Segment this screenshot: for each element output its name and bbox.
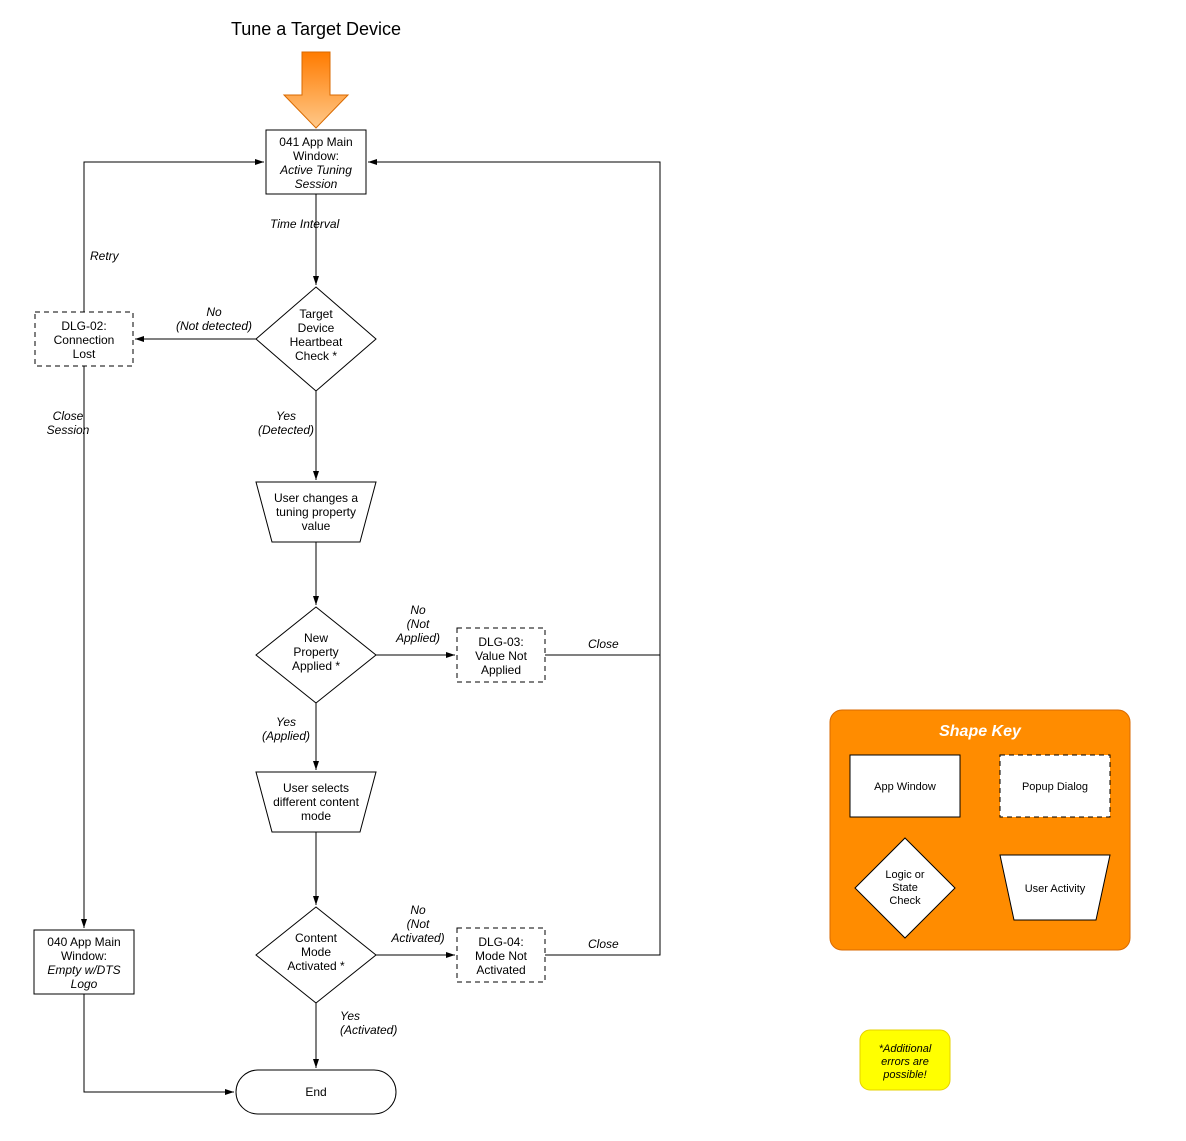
label-no-not-detected-1: No	[206, 305, 222, 319]
svg-text:New: New	[304, 631, 328, 645]
svg-text:Applied: Applied	[481, 663, 521, 677]
label-close-session-2: Session	[47, 423, 90, 437]
label-close-1: Close	[588, 637, 619, 651]
label-yes-activated-1: Yes	[340, 1009, 360, 1023]
svg-text:different content: different content	[273, 795, 360, 809]
label-time-interval: Time Interval	[270, 217, 340, 231]
svg-text:Lost: Lost	[73, 347, 96, 361]
svg-text:value: value	[302, 519, 331, 533]
svg-text:Property: Property	[293, 645, 338, 659]
node-user-selects-mode: User selects different content mode	[256, 772, 376, 832]
diagram-title: Tune a Target Device	[231, 19, 401, 39]
key-popup-dialog: Popup Dialog	[1000, 755, 1110, 817]
svg-text:041 App Main: 041 App Main	[279, 135, 352, 149]
svg-text:User Activity: User Activity	[1025, 883, 1086, 895]
svg-text:Connection: Connection	[54, 333, 115, 347]
svg-text:Active Tuning: Active Tuning	[279, 163, 352, 177]
label-yes-detected-2: (Detected)	[258, 423, 314, 437]
node-041-app-main-window: 041 App Main Window: Active Tuning Sessi…	[266, 130, 366, 194]
shape-key-title: Shape Key	[939, 723, 1022, 740]
label-no-not-activated-2: (Not	[407, 917, 430, 931]
svg-text:Value Not: Value Not	[475, 649, 527, 663]
label-yes-activated-2: (Activated)	[340, 1023, 397, 1037]
edge-dlg04-close	[545, 655, 660, 955]
svg-text:DLG-03:: DLG-03:	[478, 635, 523, 649]
svg-text:Window:: Window:	[61, 949, 107, 963]
label-no-not-activated-3: Activated)	[390, 931, 444, 945]
svg-text:tuning property: tuning property	[276, 505, 356, 519]
node-dlg-03: DLG-03: Value Not Applied	[457, 628, 545, 682]
edge-040-to-end	[84, 994, 234, 1092]
svg-text:Activated *: Activated *	[287, 959, 345, 973]
svg-text:Mode: Mode	[301, 945, 331, 959]
label-no-not-applied-3: Applied)	[395, 631, 440, 645]
svg-text:Logic or: Logic or	[885, 869, 924, 881]
svg-text:Check: Check	[889, 895, 921, 907]
svg-text:DLG-04:: DLG-04:	[478, 935, 523, 949]
node-dlg-04: DLG-04: Mode Not Activated	[457, 928, 545, 982]
label-yes-applied-2: (Applied)	[262, 729, 310, 743]
shape-key-panel: Shape Key App Window Popup Dialog Logic …	[830, 710, 1130, 950]
svg-text:*Additional: *Additional	[879, 1043, 932, 1055]
svg-text:Target: Target	[299, 307, 333, 321]
node-user-changes-property: User changes a tuning property value	[256, 482, 376, 542]
node-dlg-02: DLG-02: Connection Lost	[35, 312, 133, 366]
svg-text:possible!: possible!	[882, 1069, 926, 1081]
edge-retry	[84, 162, 264, 312]
svg-text:Mode Not: Mode Not	[475, 949, 528, 963]
label-no-not-applied-1: No	[410, 603, 426, 617]
svg-text:mode: mode	[301, 809, 331, 823]
note-additional-errors: *Additional errors are possible!	[860, 1030, 950, 1090]
label-no-not-applied-2: (Not	[407, 617, 430, 631]
key-app-window: App Window	[850, 755, 960, 817]
start-arrow-icon	[284, 52, 348, 128]
label-yes-applied-1: Yes	[276, 715, 296, 729]
label-close-2: Close	[588, 937, 619, 951]
svg-text:Check *: Check *	[295, 349, 337, 363]
svg-text:User changes a: User changes a	[274, 491, 358, 505]
label-close-session-1: Close	[53, 409, 84, 423]
svg-text:Device: Device	[298, 321, 335, 335]
label-retry: Retry	[90, 249, 120, 263]
label-no-not-activated-1: No	[410, 903, 426, 917]
svg-text:End: End	[305, 1085, 326, 1099]
svg-text:Window:: Window:	[293, 149, 339, 163]
node-end: End	[236, 1070, 396, 1114]
svg-text:Session: Session	[295, 177, 338, 191]
svg-text:Empty w/DTS: Empty w/DTS	[47, 963, 120, 977]
svg-text:State: State	[892, 882, 918, 894]
svg-text:App Window: App Window	[874, 781, 936, 793]
svg-text:Content: Content	[295, 931, 338, 945]
node-heartbeat-check: Target Device Heartbeat Check *	[256, 287, 376, 391]
svg-text:User selects: User selects	[283, 781, 349, 795]
svg-text:DLG-02:: DLG-02:	[61, 319, 106, 333]
svg-text:Applied *: Applied *	[292, 659, 340, 673]
edge-dlg03-close	[368, 162, 660, 655]
label-yes-detected-1: Yes	[276, 409, 296, 423]
svg-text:errors are: errors are	[881, 1056, 929, 1068]
svg-text:Popup Dialog: Popup Dialog	[1022, 781, 1088, 793]
node-new-property-applied: New Property Applied *	[256, 607, 376, 703]
node-content-mode-activated: Content Mode Activated *	[256, 907, 376, 1003]
node-040-app-main-window: 040 App Main Window: Empty w/DTS Logo	[34, 930, 134, 994]
svg-text:Logo: Logo	[71, 977, 98, 991]
svg-text:Activated: Activated	[476, 963, 525, 977]
key-user-activity: User Activity	[1000, 855, 1110, 920]
svg-text:Heartbeat: Heartbeat	[290, 335, 343, 349]
label-no-not-detected-2: (Not detected)	[176, 319, 252, 333]
svg-text:040 App Main: 040 App Main	[47, 935, 120, 949]
